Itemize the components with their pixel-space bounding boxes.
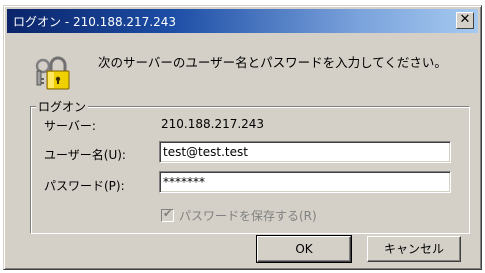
save-password-checkbox[interactable]: ✔ xyxy=(161,207,174,222)
save-password-label: パスワードを保存する(R) xyxy=(179,209,317,223)
ok-button[interactable]: OK xyxy=(256,235,352,263)
close-button[interactable]: ✕ xyxy=(456,12,474,29)
title-bar[interactable]: ログオン - 210.188.217.243 ✕ xyxy=(7,9,478,33)
close-icon: ✕ xyxy=(459,12,471,27)
server-value: 210.188.217.243 xyxy=(161,117,265,131)
server-label: サーバー: xyxy=(44,119,96,133)
window-title: ログオン - 210.188.217.243 xyxy=(13,15,177,29)
cancel-button[interactable]: キャンセル xyxy=(367,236,461,262)
username-label: ユーザー名(U): xyxy=(44,148,126,162)
password-input[interactable] xyxy=(159,171,451,193)
lock-keys-icon xyxy=(35,56,70,90)
instruction-message: 次のサーバーのユーザー名とパスワードを入力してください。 xyxy=(98,55,447,70)
group-legend: ログオン xyxy=(36,98,89,115)
checkmark-icon: ✔ xyxy=(163,207,173,220)
save-password-option[interactable]: ✔ パスワードを保存する(R) xyxy=(161,207,317,224)
password-label: パスワード(P): xyxy=(44,179,125,193)
logon-dialog: ログオン - 210.188.217.243 ✕ 次のサーバーのユーザー名とパス… xyxy=(3,5,482,270)
username-input[interactable] xyxy=(159,141,451,163)
